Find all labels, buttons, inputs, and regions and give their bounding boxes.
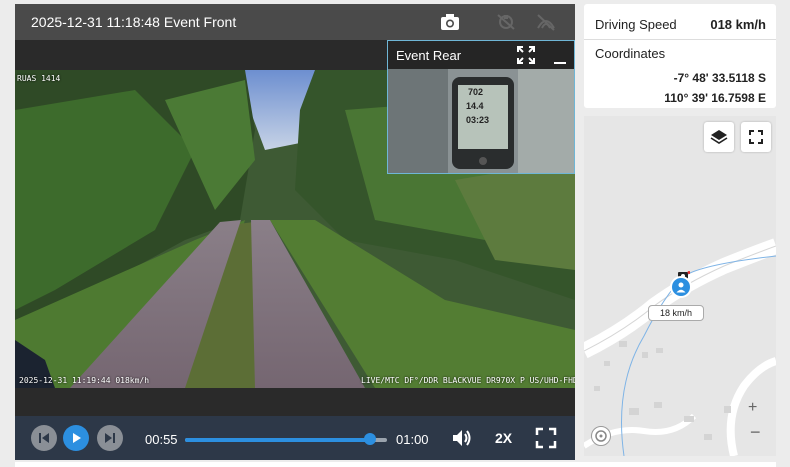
- no-signal-icon[interactable]: [533, 10, 559, 34]
- rear-header: Event Rear: [388, 41, 574, 69]
- time-total: 01:00: [396, 432, 429, 447]
- gps-reading-1: 702: [468, 87, 484, 97]
- playback-controls: 00:55 01:00 2X: [15, 416, 575, 460]
- progress-slider[interactable]: [185, 433, 387, 445]
- video-header: 2025-12-31 11:18:48 Event Front: [15, 4, 575, 40]
- previous-button[interactable]: [31, 425, 57, 451]
- expand-icon[interactable]: [516, 45, 536, 65]
- driving-speed-value: 018 km/h: [710, 17, 766, 32]
- rear-camera-inset[interactable]: Event Rear 702 14.4 03:23: [387, 40, 575, 174]
- gps-reading-2: 14.4: [466, 101, 484, 111]
- playback-speed-button[interactable]: 2X: [495, 430, 512, 446]
- map-fullscreen-icon[interactable]: [741, 122, 771, 152]
- play-button[interactable]: [63, 425, 89, 451]
- bottom-panel-edge: [15, 462, 776, 467]
- coordinates-label: Coordinates: [595, 46, 666, 61]
- map-speed-tag: 18 km/h: [648, 305, 705, 321]
- volume-icon[interactable]: [451, 428, 473, 448]
- longitude-value: 110° 39' 16.7598 E: [664, 91, 766, 105]
- progress-fill: [185, 438, 371, 442]
- compass-icon[interactable]: [591, 426, 611, 446]
- prev-icon: [39, 433, 49, 443]
- camera-icon[interactable]: [437, 10, 463, 34]
- time-current: 00:55: [145, 432, 178, 447]
- rear-title: Event Rear: [396, 48, 462, 63]
- minimize-icon[interactable]: [552, 45, 568, 65]
- camera-icon: [678, 267, 691, 280]
- osd-device-info: LIVE/MTC DF°/DDR BLACKVUE DR970X P US/UH…: [361, 376, 575, 385]
- play-icon: [73, 433, 81, 443]
- next-button[interactable]: [97, 425, 123, 451]
- video-frame[interactable]: RUAS 1414 2025-12-31 11:19:44 018km/h LI…: [15, 40, 575, 416]
- driving-speed-label: Driving Speed: [595, 17, 677, 32]
- drone-icon[interactable]: [493, 10, 519, 34]
- zoom-out-button[interactable]: −: [750, 422, 761, 443]
- layers-icon[interactable]: [704, 122, 734, 152]
- progress-handle[interactable]: [364, 433, 377, 445]
- video-title: 2025-12-31 11:18:48 Event Front: [31, 14, 237, 30]
- zoom-in-button[interactable]: +: [748, 399, 757, 417]
- osd-camera-id: RUAS 1414: [17, 74, 61, 83]
- osd-timestamp: 2025-12-31 11:19:44 018km/h: [19, 376, 150, 385]
- next-icon: [105, 433, 115, 443]
- telemetry-card: Driving Speed 018 km/h Coordinates -7° 4…: [584, 4, 776, 108]
- divider: [584, 39, 776, 40]
- map-view[interactable]: 18 km/h + −: [584, 116, 776, 456]
- video-player: 2025-12-31 11:18:48 Event Front RUAS 141…: [15, 4, 575, 460]
- fullscreen-icon[interactable]: [535, 427, 557, 449]
- person-icon[interactable]: [670, 276, 692, 298]
- latitude-value: -7° 48' 33.5118 S: [673, 71, 766, 85]
- gps-reading-3: 03:23: [466, 115, 490, 125]
